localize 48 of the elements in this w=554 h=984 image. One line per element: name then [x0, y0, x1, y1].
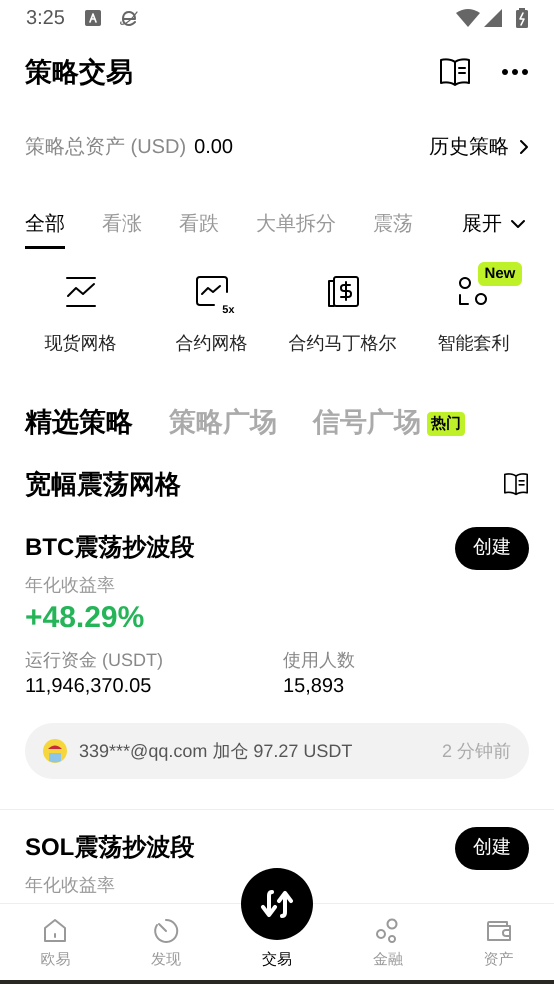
strategy-type-label: 合约网格	[176, 332, 248, 355]
users-label: 使用人数	[283, 649, 356, 672]
expand-button[interactable]: 展开	[462, 208, 526, 242]
avatar-icon	[43, 739, 67, 763]
section-tab[interactable]: 精选策略	[25, 402, 133, 442]
category-tab[interactable]: 全部	[25, 201, 65, 249]
activity-time: 2 分钟前	[442, 740, 511, 762]
strategy-type-button[interactable]: 合约马丁格尔	[288, 274, 396, 376]
assets-value: 0.00	[194, 135, 234, 160]
wifi-icon	[456, 9, 480, 27]
hot-badge: 热门	[427, 412, 465, 436]
group-title: 宽幅震荡网格	[25, 468, 181, 500]
signal-icon	[484, 9, 502, 27]
strategy-type-label: 合约马丁格尔	[288, 332, 396, 355]
guide-button[interactable]	[439, 57, 471, 87]
assets-label: 策略总资产 (USD)	[25, 135, 186, 160]
create-button[interactable]: 创建	[455, 526, 529, 570]
yield-value: +48.29%	[25, 600, 146, 636]
more-icon	[501, 68, 529, 76]
more-button[interactable]	[501, 68, 529, 76]
strategy-name: SOL震荡抄波段	[25, 833, 194, 863]
yield-label: 年化收益率	[25, 874, 116, 897]
create-button[interactable]: 创建	[455, 826, 529, 870]
new-badge: New	[478, 262, 522, 286]
funds-value: 11,946,370.05	[25, 674, 152, 699]
strategy-type-label: 现货网格	[44, 332, 116, 355]
chevron-down-icon	[510, 218, 526, 228]
browser-icon	[118, 8, 139, 28]
page-title: 策略交易	[25, 56, 133, 89]
strategy-name: BTC震荡抄波段	[25, 533, 194, 563]
strategy-type-button[interactable]: 5x 合约网格	[176, 274, 248, 376]
yield-label: 年化收益率	[25, 574, 116, 597]
status-time: 3:25	[26, 6, 65, 31]
activity-text: 339***@qq.com 加仓 97.27 USDT	[79, 740, 352, 763]
users-value: 15,893	[283, 674, 346, 699]
leverage-label: 5x	[221, 305, 236, 316]
funds-label: 运行资金 (USDT)	[25, 649, 164, 672]
history-link[interactable]: 历史策略	[429, 132, 529, 162]
book-icon	[439, 57, 471, 87]
battery-icon	[516, 8, 528, 28]
chevron-right-icon	[519, 139, 529, 155]
strategy-type-label: 智能套利	[438, 332, 510, 355]
book-icon	[503, 472, 529, 496]
notification-icon	[84, 10, 101, 26]
guide-button[interactable]	[503, 472, 529, 496]
strategy-type-button[interactable]: 现货网格	[44, 274, 116, 376]
nav-tab[interactable]: 交易	[222, 868, 332, 981]
discover-icon	[152, 916, 180, 944]
